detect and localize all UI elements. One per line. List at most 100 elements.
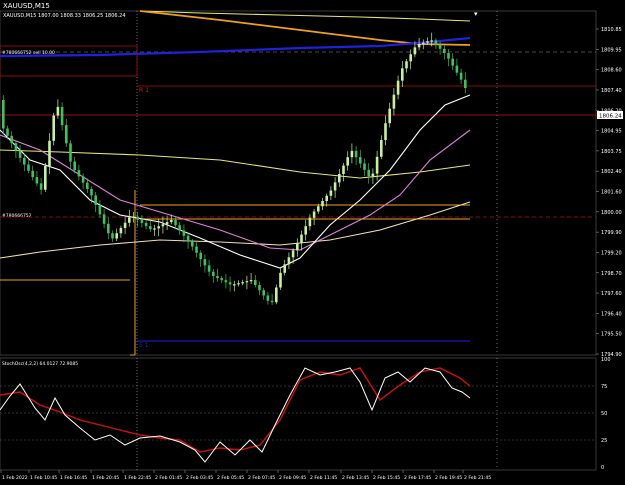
candle[interactable] — [443, 48, 446, 53]
candle[interactable] — [258, 285, 261, 291]
candle[interactable] — [81, 176, 85, 183]
candle[interactable] — [396, 80, 400, 95]
candle[interactable] — [233, 284, 236, 286]
candle[interactable] — [48, 140, 51, 166]
candle[interactable] — [128, 217, 131, 223]
candle[interactable] — [388, 108, 391, 124]
candle[interactable] — [296, 243, 299, 251]
time-axis[interactable]: 1 Feb 2022 1 Feb 10:45 1 Feb 16:45 1 Feb 20… — [0, 470, 491, 481]
candle[interactable] — [300, 234, 303, 243]
candle[interactable] — [228, 282, 232, 285]
candle[interactable] — [132, 216, 135, 218]
candle[interactable] — [329, 190, 333, 196]
candle[interactable] — [174, 220, 177, 226]
candle[interactable] — [203, 259, 207, 266]
candle[interactable] — [371, 173, 375, 177]
stoch-signal-line[interactable] — [0, 367, 471, 453]
candle[interactable] — [144, 222, 148, 227]
candle[interactable] — [52, 115, 55, 141]
candle[interactable] — [56, 106, 60, 116]
candle[interactable] — [262, 290, 265, 296]
candle[interactable] — [10, 135, 13, 144]
candle[interactable] — [107, 223, 110, 234]
candle[interactable] — [123, 222, 127, 228]
candle[interactable] — [23, 157, 26, 165]
candle[interactable] — [31, 170, 34, 178]
ma-tan-line[interactable] — [0, 201, 471, 259]
candle[interactable] — [27, 164, 30, 171]
candle[interactable] — [438, 44, 442, 49]
candle[interactable] — [317, 206, 320, 212]
candle[interactable] — [333, 182, 337, 191]
candle[interactable] — [308, 217, 312, 227]
candle[interactable] — [270, 300, 274, 303]
candle[interactable] — [354, 150, 358, 158]
candle[interactable] — [182, 230, 186, 236]
candle[interactable] — [186, 235, 190, 241]
candle[interactable] — [140, 219, 144, 223]
candle[interactable] — [455, 65, 459, 73]
shift-marker-icon[interactable]: ▾ — [474, 10, 478, 18]
candle[interactable] — [165, 222, 169, 225]
candle[interactable] — [321, 201, 324, 207]
candle[interactable] — [350, 150, 354, 158]
candle[interactable] — [392, 94, 396, 109]
candle[interactable] — [207, 265, 211, 272]
price-axis[interactable]: 1810.851809.951808.601807.401806.201804.… — [596, 27, 622, 358]
candle[interactable] — [216, 276, 219, 279]
candle[interactable] — [426, 41, 429, 43]
candle[interactable] — [422, 42, 425, 45]
candle[interactable] — [94, 195, 97, 205]
candle[interactable] — [157, 226, 160, 229]
candle[interactable] — [275, 287, 278, 303]
candle[interactable] — [287, 257, 291, 265]
candle[interactable] — [342, 165, 345, 174]
candle[interactable] — [14, 143, 18, 151]
candle[interactable] — [199, 252, 202, 260]
candle[interactable] — [212, 271, 215, 276]
candle[interactable] — [325, 195, 328, 201]
candle[interactable] — [161, 224, 165, 227]
candle[interactable] — [69, 143, 72, 162]
candle[interactable] — [73, 161, 76, 171]
candle[interactable] — [338, 174, 341, 183]
candle[interactable] — [98, 204, 102, 215]
candle[interactable] — [153, 228, 156, 230]
candle[interactable] — [346, 157, 349, 166]
candle[interactable] — [384, 123, 387, 140]
candle[interactable] — [413, 47, 417, 55]
candle[interactable] — [220, 278, 223, 281]
candle[interactable] — [115, 233, 118, 239]
candle[interactable] — [241, 282, 244, 284]
candle[interactable] — [367, 169, 370, 177]
candle[interactable] — [359, 157, 362, 164]
candle[interactable] — [249, 280, 253, 282]
candle[interactable] — [451, 58, 454, 66]
candle[interactable] — [35, 177, 39, 184]
candle[interactable] — [291, 250, 295, 258]
candle[interactable] — [90, 189, 93, 196]
candle[interactable] — [65, 125, 68, 144]
candle[interactable] — [464, 79, 467, 88]
candle[interactable] — [77, 170, 81, 177]
candle[interactable] — [111, 233, 114, 239]
candle[interactable] — [60, 106, 64, 126]
candlesticks[interactable] — [2, 32, 467, 306]
candle[interactable] — [459, 72, 463, 80]
candle[interactable] — [375, 156, 379, 174]
candle[interactable] — [430, 40, 433, 42]
candle[interactable] — [279, 272, 282, 288]
oscillator-axis[interactable]: 100 75 50 25 0 — [601, 357, 611, 471]
candle[interactable] — [312, 211, 316, 218]
chart-window[interactable]: XAUUSD,M15 XAUUSD,M15 1807.00 1808.33 18… — [0, 0, 625, 485]
candle[interactable] — [119, 228, 123, 234]
candle[interactable] — [434, 40, 438, 45]
candle[interactable] — [380, 140, 383, 157]
candle[interactable] — [245, 281, 249, 283]
ma-white-line[interactable] — [0, 94, 471, 269]
candle[interactable] — [283, 264, 286, 273]
candle[interactable] — [136, 216, 139, 220]
candle[interactable] — [409, 54, 412, 62]
candle[interactable] — [304, 226, 307, 235]
candle[interactable] — [401, 68, 404, 81]
